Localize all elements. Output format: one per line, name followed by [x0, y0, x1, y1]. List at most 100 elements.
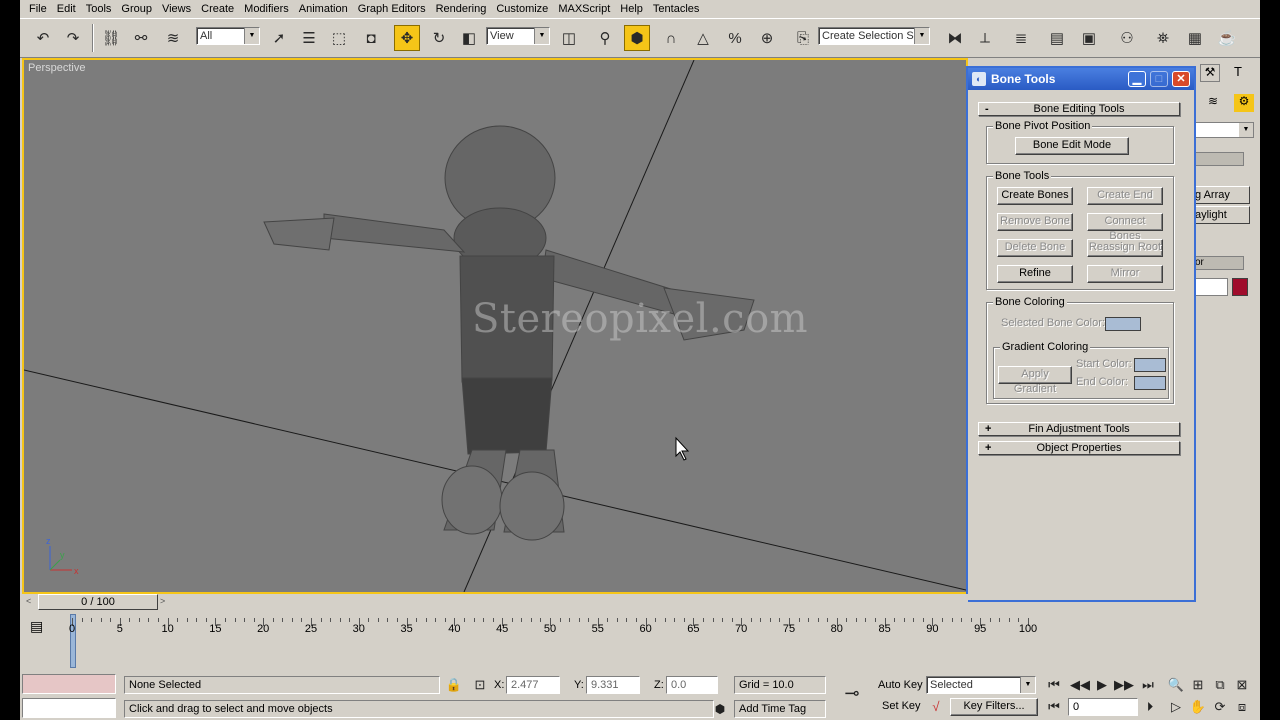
bone-tools-titlebar[interactable]: ◐ Bone Tools ▁ □ ✕ [968, 68, 1194, 90]
time-config-icon[interactable]: ⏵ [1140, 698, 1160, 716]
render-scene-icon[interactable]: ⛯ [1150, 25, 1176, 51]
apply-gradient-button[interactable]: Apply Gradient [998, 366, 1072, 395]
align-icon[interactable]: ⟂ [972, 25, 998, 51]
lock-selection-icon[interactable]: 🔒 [444, 676, 464, 694]
utilities-tab-icon[interactable]: ⚒ [1200, 64, 1220, 82]
menu-item-help[interactable]: Help [616, 0, 649, 18]
selected-bone-color-swatch[interactable] [1105, 317, 1141, 331]
time-tag-icon[interactable]: ⬢ [710, 700, 730, 718]
pivot-center-icon[interactable]: ◫ [556, 25, 582, 51]
menu-item-maxscript[interactable]: MAXScript [554, 0, 616, 18]
delete-bone-button[interactable]: Delete Bone [997, 239, 1073, 257]
select-link-icon[interactable]: ⛓ [98, 25, 124, 51]
go-to-start-icon[interactable]: ⏮ [1044, 676, 1064, 694]
window-crossing-icon[interactable]: ◘ [358, 25, 384, 51]
menu-item-edit[interactable]: Edit [53, 0, 82, 18]
end-color-swatch[interactable] [1134, 376, 1166, 390]
spinner-snap-icon[interactable]: ⊕ [754, 25, 780, 51]
select-object-icon[interactable]: ➚ [266, 25, 292, 51]
field-of-view-icon[interactable]: ▷ [1166, 698, 1186, 716]
set-key-icon[interactable]: ⊸ [838, 684, 866, 702]
start-color-swatch[interactable] [1134, 358, 1166, 372]
material-editor-icon[interactable]: ⚇ [1114, 25, 1140, 51]
absolute-mode-icon[interactable]: ⊡ [470, 676, 490, 694]
close-button[interactable]: ✕ [1172, 71, 1190, 87]
mirror-button[interactable]: Mirror [1087, 265, 1163, 283]
rectangular-selection-icon[interactable]: ⬚ [326, 25, 352, 51]
zoom-extents-all-icon[interactable]: ⊠ [1232, 676, 1252, 694]
edit-named-selection-icon[interactable]: ⎘ [790, 25, 816, 51]
named-selection-sets-dropdown[interactable]: Create Selection Set ▼ [818, 27, 930, 45]
set-key-button[interactable]: Set Key [882, 700, 921, 712]
perspective-viewport[interactable]: z x y Perspective Stereopixel.com [22, 58, 968, 594]
key-filters-button[interactable]: Key Filters... [950, 698, 1038, 716]
next-frame-icon[interactable]: ▶▶ [1114, 676, 1134, 694]
reassign-root-button[interactable]: Reassign Root [1087, 239, 1163, 257]
menu-item-tools[interactable]: Tools [82, 0, 118, 18]
menu-item-file[interactable]: File [25, 0, 53, 18]
viewport-label[interactable]: Perspective [28, 62, 85, 74]
systems-icon[interactable]: ⚙ [1234, 94, 1254, 112]
daylight-button[interactable]: aylight [1188, 206, 1250, 224]
manipulate-icon[interactable]: ⚲ [592, 25, 618, 51]
zoom-icon[interactable]: 🔍 [1166, 676, 1186, 694]
menu-item-views[interactable]: Views [158, 0, 197, 18]
maxscript-input-mini[interactable] [22, 698, 116, 718]
next-frame-arrow[interactable]: > [160, 596, 165, 606]
zoom-all-icon[interactable]: ⊞ [1188, 676, 1208, 694]
space-warps-icon[interactable]: ≋ [1208, 94, 1218, 108]
key-mode-toggle-icon[interactable]: ⏮ [1044, 698, 1064, 716]
minimize-button[interactable]: ▁ [1128, 71, 1146, 87]
selection-filter-dropdown[interactable]: All ▼ [196, 27, 260, 45]
go-to-end-icon[interactable]: ⏭ [1138, 676, 1158, 694]
bone-editing-tools-rollout[interactable]: - Bone Editing Tools [978, 102, 1180, 116]
menu-item-modifiers[interactable]: Modifiers [240, 0, 295, 18]
object-color-swatch[interactable] [1232, 278, 1248, 296]
ring-array-button[interactable]: g Array [1188, 186, 1250, 204]
create-end-button[interactable]: Create End [1087, 187, 1163, 205]
maximize-viewport-icon[interactable]: ⧈ [1232, 698, 1252, 716]
mirror-icon[interactable]: ⧓ [942, 25, 968, 51]
object-type-rollout[interactable] [1188, 152, 1244, 166]
key-mode-curve-icon[interactable]: √ [926, 698, 946, 716]
orbit-icon[interactable]: ⟳ [1210, 698, 1230, 716]
menu-item-tentacles[interactable]: Tentacles [649, 0, 705, 18]
object-properties-rollout[interactable]: + Object Properties [978, 441, 1180, 455]
remove-bone-button[interactable]: Remove Bone [997, 213, 1073, 231]
percent-snap-icon[interactable]: % [722, 25, 748, 51]
menu-item-graph-editors[interactable]: Graph Editors [354, 0, 432, 18]
prev-frame-arrow[interactable]: < [26, 596, 31, 606]
key-mode-dropdown[interactable]: Selected ▼ [926, 676, 1036, 694]
time-slider[interactable]: < 0 / 100 > [22, 594, 968, 610]
time-slider-thumb[interactable]: 0 / 100 [38, 594, 158, 610]
play-icon[interactable]: ▶ [1092, 676, 1112, 694]
keyboard-shortcut-override-icon[interactable]: ⬢ [624, 25, 650, 51]
y-coordinate-field[interactable]: 9.331 [586, 676, 640, 694]
active-shade-icon[interactable]: ☕ [1214, 25, 1240, 51]
refine-button[interactable]: Refine [997, 265, 1073, 283]
select-and-move-icon[interactable]: ✥ [394, 25, 420, 51]
maxscript-listener-mini[interactable] [22, 674, 116, 694]
angle-snap-icon[interactable]: △ [690, 25, 716, 51]
undo-icon[interactable]: ↶ [30, 25, 56, 51]
create-bones-button[interactable]: Create Bones [997, 187, 1073, 205]
category-dropdown[interactable]: ▼ [1188, 122, 1254, 138]
add-time-tag-button[interactable]: Add Time Tag [734, 700, 826, 718]
menu-item-create[interactable]: Create [197, 0, 240, 18]
z-coordinate-field[interactable]: 0.0 [666, 676, 718, 694]
name-and-color-rollout[interactable]: or [1188, 256, 1244, 270]
fin-adjustment-tools-rollout[interactable]: + Fin Adjustment Tools [978, 422, 1180, 436]
snaps-toggle-icon[interactable]: ∩ [658, 25, 684, 51]
layer-manager-icon[interactable]: ≣ [1008, 25, 1034, 51]
hammer-tab-icon[interactable]: T [1228, 64, 1248, 82]
reference-coordinate-dropdown[interactable]: View ▼ [486, 27, 550, 45]
previous-frame-icon[interactable]: ◀◀ [1070, 676, 1090, 694]
mini-curve-editor-icon[interactable]: ▤ [30, 618, 43, 635]
menu-item-rendering[interactable]: Rendering [432, 0, 493, 18]
track-bar[interactable]: ▤ 0 5 10 15 20 25 30 35 40 45 50 55 60 65 70 75 80 85 90 95… [20, 612, 1086, 670]
unlink-icon[interactable]: ⚯ [128, 25, 154, 51]
curve-editor-icon[interactable]: ▤ [1044, 25, 1070, 51]
schematic-view-icon[interactable]: ▣ [1076, 25, 1102, 51]
bind-space-warp-icon[interactable]: ≋ [160, 25, 186, 51]
redo-icon[interactable]: ↷ [60, 25, 86, 51]
